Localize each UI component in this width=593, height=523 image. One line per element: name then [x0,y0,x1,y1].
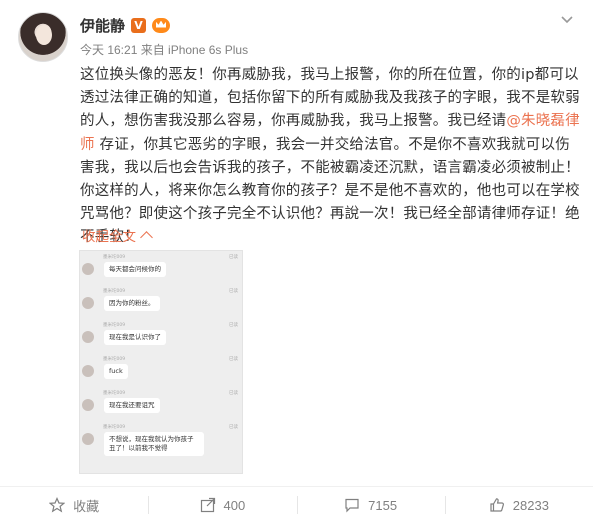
chat-message: 墨米坨009 已读 现在我还要诅咒 [82,389,240,427]
chat-bubble: 现在我还要诅咒 [104,398,160,413]
chat-message: 墨米坨009 已读 因为你的粉丝。 [82,287,240,325]
like-count: 28233 [512,497,549,513]
chat-status: 已读 [229,425,238,430]
repost-button[interactable]: 400 [148,487,296,523]
author-name[interactable]: 伊能静 [80,15,125,36]
chat-sender: 墨米坨009 [103,289,126,294]
like-button[interactable]: 28233 [444,487,593,523]
chat-avatar [82,433,94,445]
author-row: 伊能静 V [80,14,171,36]
collapse-button[interactable]: 收起全文 [82,225,153,245]
avatar[interactable] [18,12,68,62]
chat-bubble: 因为你的粉丝。 [104,296,160,311]
chat-avatar [82,297,94,309]
chat-message: 墨米坨009 已读 不想说，现在我就认为你孩子丑了！以前我不觉得 [82,423,240,471]
verified-icon: V [131,17,147,33]
chat-status: 已读 [229,255,238,260]
post-text-part2: 存证，你其它恶劣的字眼，我会一并交给法官。不是你不喜欢我就可以伤害我，我以后也会… [80,136,580,246]
chat-sender: 墨米坨009 [103,425,126,430]
chevron-down-icon[interactable] [559,12,575,28]
post-text: 这位换头像的恶友！你再威胁我，我马上报警，你的所在位置，你的ip都可以透过法律正… [80,64,580,250]
vip-crown-icon[interactable] [152,17,171,33]
repost-icon [200,497,215,513]
chat-status: 已读 [229,323,238,328]
chat-bubble: 每天都会问候你的 [104,262,166,277]
post-text-part1: 这位换头像的恶友！你再威胁我，我马上报警，你的所在位置，你的ip都可以透过法律正… [80,67,580,130]
collapse-label: 收起全文 [82,229,136,245]
chat-bubble: 现在我是认识你了 [104,330,166,345]
action-bar: 收藏 400 7155 28233 [0,487,593,523]
chat-status: 已读 [229,289,238,294]
chat-bubble: fuck [104,364,128,379]
comment-icon [345,498,359,513]
chat-message: 墨米坨009 已读 每天都会问候你的 [82,253,240,291]
chat-message: 墨米坨009 已读 fuck [82,355,240,393]
chat-avatar [82,399,94,411]
comment-count: 7155 [368,497,398,513]
thumbs-up-icon [490,498,504,512]
chevron-up-icon [140,230,153,244]
chat-status: 已读 [229,391,238,396]
chat-message: 墨米坨009 已读 现在我是认识你了 [82,321,240,359]
favorite-button[interactable]: 收藏 [0,487,148,523]
chat-sender: 墨米坨009 [103,391,126,396]
comment-button[interactable]: 7155 [296,487,445,523]
chat-avatar [82,263,94,275]
chat-sender: 墨米坨009 [103,357,126,362]
chat-bubble: 不想说，现在我就认为你孩子丑了！以前我不觉得 [104,432,204,456]
chat-avatar [82,365,94,377]
chat-status: 已读 [229,357,238,362]
repost-count: 400 [223,497,246,513]
favorite-label: 收藏 [73,498,100,514]
weibo-post-card: 伊能静 V 今天 16:21 来自 iPhone 6s Plus 这位换头像的恶… [0,0,593,523]
chat-sender: 墨米坨009 [103,255,126,260]
star-icon [49,497,66,513]
chat-avatar [82,331,94,343]
chat-sender: 墨米坨009 [103,323,126,328]
post-meta[interactable]: 今天 16:21 来自 iPhone 6s Plus [80,41,248,58]
post-image[interactable]: 墨米坨009 已读 每天都会问候你的 墨米坨009 已读 因为你的粉丝。 墨米坨… [79,250,243,474]
